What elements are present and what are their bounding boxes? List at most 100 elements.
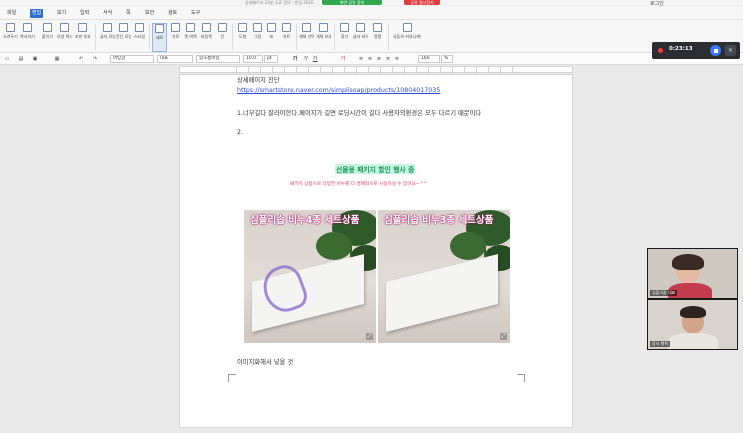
portrait-button[interactable]: 세로: [152, 23, 167, 52]
style-icon: [135, 23, 144, 32]
chart-icon: [282, 23, 291, 32]
recording-timer: 0:23:13: [669, 46, 693, 52]
align-justify-icon[interactable]: ≡: [385, 56, 391, 62]
clear-codes-button[interactable]: 조판 부호 지우기: [75, 23, 90, 52]
replace-button[interactable]: 글자 바꾸기: [353, 23, 368, 52]
doc-footer-note: 이미지화해서 넣을 것: [237, 359, 294, 366]
doc-heading: 상세페이지 진단: [237, 77, 280, 84]
paste-icon: [43, 23, 52, 32]
participant-name: 심플리솝 대표: [650, 290, 678, 296]
menu-file[interactable]: 파일: [5, 9, 18, 18]
font-size-unit[interactable]: pt: [264, 55, 278, 63]
master-page-button[interactable]: 바탕쪽: [199, 23, 214, 52]
copy-button[interactable]: 복사하기: [20, 23, 35, 52]
underline-icon[interactable]: 가: [312, 56, 318, 62]
align-right-icon[interactable]: ≡: [376, 56, 382, 62]
scissors-icon: [6, 23, 15, 32]
char-shape-button[interactable]: 글자 모양: [100, 23, 115, 52]
menu-view[interactable]: 보기: [55, 9, 68, 18]
video-tile-2[interactable]: 강사 행복: [647, 299, 738, 350]
login-link[interactable]: 로그인: [650, 0, 664, 7]
para-shape-button[interactable]: 문단 모양: [116, 23, 131, 52]
format-bar: ▭ ▤ ▣ ▦ ↶ ↷ 바탕글 대표 함초롬바탕 10.0 pt 가 가 가 가…: [0, 53, 743, 65]
margin-button[interactable]: 쪽 여백: [183, 23, 198, 52]
banner-title: 선물용 패키지 할인 행사 중: [335, 164, 416, 174]
product-link[interactable]: https://smartstore.naver.com/simplisoap/…: [237, 87, 440, 94]
bold-icon[interactable]: 가: [292, 56, 298, 62]
stop-recording-button[interactable]: [710, 45, 721, 56]
new-doc-icon[interactable]: ▭: [4, 56, 10, 62]
image-button[interactable]: 그림: [250, 23, 265, 52]
ribbon-separator: [334, 24, 335, 50]
communicator-button[interactable]: 유튜브 커뮤니케이터: [393, 23, 421, 52]
app-window: 상세페이지 15분 무료 강의 - 한글 2020 화면 공유 중지 공유 일시…: [0, 0, 743, 433]
landscape-button[interactable]: 가로: [168, 23, 183, 52]
font-select[interactable]: 함초롬바탕: [196, 55, 240, 63]
shape-button[interactable]: 도형: [235, 23, 250, 52]
menu-tools[interactable]: 도구: [189, 9, 202, 18]
align-center-icon[interactable]: ≡: [367, 56, 373, 62]
menu-edit[interactable]: 편집: [30, 9, 44, 18]
ribbon-separator: [149, 24, 150, 50]
document-page[interactable]: 상세페이지 진단 https://smartstore.naver.com/si…: [179, 74, 573, 428]
find-icon: [340, 23, 349, 32]
format-painter-button[interactable]: 모양 복사: [57, 23, 72, 52]
video-tile-1[interactable]: 심플리솝 대표: [647, 248, 738, 299]
line-spacing-unit[interactable]: %: [441, 55, 453, 63]
table-button[interactable]: 표: [264, 23, 279, 52]
image-edit-icon[interactable]: ⤢: [366, 333, 373, 340]
table-icon: [267, 23, 276, 32]
landscape-icon: [171, 23, 180, 32]
menu-bar: 파일 편집 보기 입력 서식 쪽 보안 검토 도구: [0, 7, 743, 20]
menu-insert[interactable]: 입력: [78, 9, 91, 18]
photo-title-3set: 심플리솝 비누3종 세트상품: [384, 215, 494, 226]
crop-mark: [228, 374, 236, 382]
gift-box-image: [386, 254, 498, 332]
ruler-ticks: [236, 67, 516, 73]
align-left-icon[interactable]: ≡: [358, 56, 364, 62]
cut-button[interactable]: 오려두기: [3, 23, 18, 52]
window-title: 상세페이지 15분 무료 강의 - 한글 2020: [245, 0, 314, 5]
chart-button[interactable]: 차트: [279, 23, 294, 52]
columns-icon: [218, 23, 227, 32]
product-photo-3set[interactable]: 심플리솝 비누3종 세트상품 ⤢: [378, 210, 510, 343]
char-shape-icon: [103, 23, 112, 32]
horizontal-ruler[interactable]: [179, 66, 573, 73]
print-icon[interactable]: ▦: [54, 56, 60, 62]
select-object-button[interactable]: 개체 선택: [299, 23, 314, 52]
font-color-icon[interactable]: 가: [340, 56, 346, 62]
style-button[interactable]: 스타일: [132, 23, 147, 52]
style-select[interactable]: 바탕글: [110, 55, 154, 63]
protect-object-button[interactable]: 개체 보호: [316, 23, 331, 52]
save-icon[interactable]: ▣: [32, 56, 38, 62]
sort-button[interactable]: 정렬: [370, 23, 385, 52]
sort-icon: [373, 23, 382, 32]
line-spacing-input[interactable]: 160: [418, 55, 440, 63]
font-size-input[interactable]: 10.0: [243, 55, 263, 63]
redo-icon[interactable]: ↷: [92, 56, 98, 62]
image-edit-icon[interactable]: ⤢: [500, 333, 507, 340]
photo-title-4set: 심플리솝 비누4종 세트상품: [250, 215, 360, 226]
paste-button[interactable]: 붙이기: [40, 23, 55, 52]
menu-page[interactable]: 쪽: [124, 9, 133, 18]
menu-security[interactable]: 보안: [143, 9, 156, 18]
open-folder-icon[interactable]: ▤: [18, 56, 24, 62]
participant-name: 강사 행복: [650, 341, 670, 347]
communicator-icon: [402, 23, 412, 32]
undo-icon[interactable]: ↶: [78, 56, 84, 62]
align-distribute-icon[interactable]: ≡: [394, 56, 400, 62]
italic-icon[interactable]: 가: [302, 56, 308, 62]
eraser-icon: [78, 23, 87, 32]
columns-button[interactable]: 단: [215, 23, 230, 52]
recording-dot-icon: [658, 48, 663, 53]
share-pause-button[interactable]: 공유 일시정지: [404, 0, 440, 5]
menu-format[interactable]: 서식: [101, 9, 114, 18]
menu-review[interactable]: 검토: [166, 9, 179, 18]
margin-icon: [186, 23, 195, 32]
mute-mic-button[interactable]: ✕: [725, 45, 736, 56]
share-status-button[interactable]: 화면 공유 중지: [322, 0, 382, 5]
find-button[interactable]: 찾기: [337, 23, 352, 52]
master-page-icon: [202, 23, 211, 32]
font-lang-select[interactable]: 대표: [157, 55, 193, 63]
product-photo-4set[interactable]: 심플리솝 비누4종 세트상품 ⤢: [244, 210, 376, 343]
